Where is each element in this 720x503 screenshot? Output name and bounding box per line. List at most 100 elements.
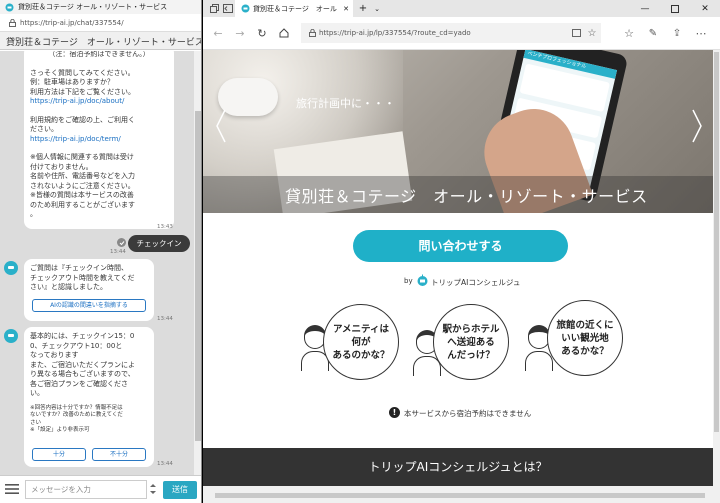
horizontal-scrollbar[interactable] <box>203 486 720 503</box>
pen-icon[interactable]: ✎ <box>641 28 665 39</box>
back-arrow-icon[interactable]: ← <box>207 27 229 40</box>
by-label: by <box>404 277 413 285</box>
privacy-line: 。 <box>30 210 37 218</box>
intro-line: さっそく質問してみてください。 <box>30 68 135 77</box>
timestamp: 13:44 <box>157 316 173 322</box>
hero-banner: 旅行計画中に・・・ ベンチプロフェッショナル 貸別荘＆コテージ オール・リゾート… <box>203 50 720 213</box>
warning-icon: ! <box>389 407 400 418</box>
about-link[interactable]: https://trip-ai.jp/doc/about/ <box>30 97 168 107</box>
question-line: へ送迎ある <box>447 336 495 348</box>
answer-line: い。 <box>30 389 44 397</box>
window-title: 貸別荘＆コテージ オール・リゾート・サービス <box>18 3 168 11</box>
menu-icon[interactable] <box>5 483 19 495</box>
maximize-icon[interactable] <box>660 4 690 13</box>
section-title: トリップAIコンシェルジュとは？ <box>203 448 713 486</box>
share-icon[interactable]: ⇪ <box>665 28 689 39</box>
active-tab[interactable]: 貸別荘＆コテージ オール ✕ <box>235 0 353 17</box>
bot-avatar <box>4 329 18 343</box>
chat-scrollbar[interactable] <box>194 51 201 475</box>
robot-icon <box>240 4 250 13</box>
answer-line: なっております <box>30 351 79 359</box>
feedback-line: さい <box>30 419 42 426</box>
hero-caption: 旅行計画中に・・・ <box>296 97 395 110</box>
welcome-message: （注：宿泊予約はできません。） さっそく質問してみてください。 例：駐車場はあり… <box>24 51 174 229</box>
question-bubble-amenity: アメニティは 何が あるのかな？ <box>323 304 399 380</box>
bot-avatar <box>4 261 18 275</box>
message-input[interactable]: メッセージを入力 <box>25 480 147 499</box>
close-tab-icon[interactable]: ✕ <box>343 5 349 13</box>
star-icon[interactable]: ☆ <box>583 28 601 39</box>
question-bubble-shuttle: 駅からホテル へ送迎ある んだっけ？ <box>433 304 509 380</box>
timestamp: 13:44 <box>110 249 126 255</box>
privacy-line: のため利用することがございます <box>30 200 135 209</box>
refresh-icon[interactable]: ↻ <box>251 27 273 40</box>
question-bubble-sightseeing: 旅館の近くに いい観光地 あるかな？ <box>547 300 623 376</box>
browser-tabbar: 貸別荘＆コテージ オール ✕ + ⌄ — ✕ <box>203 0 720 17</box>
privacy-line: ※皆様の質問は本サービスの改善 <box>30 191 134 199</box>
privacy-line: 付けておりません。 <box>30 162 93 171</box>
scroll-arrows-icon[interactable] <box>149 481 157 497</box>
address-bar[interactable]: https://trip-ai.jp/chat/337554/ <box>0 14 201 32</box>
new-tab-icon[interactable]: + <box>356 3 370 14</box>
question-line: 何が <box>351 336 371 348</box>
recognition-line: ご質問は『チェックイン時間、 <box>30 264 128 272</box>
question-line: 駅からホテル <box>442 323 500 335</box>
terms-line: ださい。 <box>30 125 58 133</box>
chat-window-titlebar: 貸別荘＆コテージ オール・リゾート・サービス <box>0 0 201 14</box>
tab-actions-icon[interactable] <box>207 4 221 13</box>
terms-line: 利用規約をご確認の上、ご利用く <box>30 115 135 124</box>
privacy-line: ※個人情報に関連する質問は受け <box>30 153 134 161</box>
browser-window: 貸別荘＆コテージ オール ✕ + ⌄ — ✕ ← → ↻ https://tri… <box>203 0 720 503</box>
message-input-bar: メッセージを入力 送信 <box>0 475 201 503</box>
close-window-icon[interactable]: ✕ <box>690 4 720 14</box>
page-scrollbar[interactable] <box>713 50 720 486</box>
inquiry-button[interactable]: 問い合わせする <box>353 230 568 262</box>
feedback-line: ※回答内容は十分ですか？情報不足は <box>30 404 123 411</box>
person-body <box>525 351 553 371</box>
back-tab-icon[interactable] <box>221 4 235 13</box>
forward-arrow-icon[interactable]: → <box>229 27 251 40</box>
question-line: いい観光地 <box>561 332 609 344</box>
question-line: んだっけ？ <box>447 349 495 361</box>
url-text: https://trip-ai.jp/chat/337554/ <box>20 18 124 27</box>
timestamp: 13:43 <box>157 224 173 230</box>
not-enough-button[interactable]: 不十分 <box>92 448 146 461</box>
carousel-next-icon[interactable] <box>691 108 703 144</box>
answer-line: また、ご宿泊いただくプランによ <box>30 360 135 369</box>
scrollbar-thumb[interactable] <box>195 111 201 441</box>
robot-icon <box>415 273 429 287</box>
privacy-line: 名前や住所、電話番号などを入力 <box>30 172 135 180</box>
answer-line: り異なる場合もございますので、 <box>30 370 135 378</box>
enough-button[interactable]: 十分 <box>32 448 86 461</box>
chevron-down-icon[interactable]: ⌄ <box>370 5 384 13</box>
terms-link[interactable]: https://trip-ai.jp/doc/term/ <box>30 135 168 145</box>
brand-label: トリップAIコンシェルジュ <box>431 278 521 287</box>
url-text: https://trip-ai.jp/lp/337554/?route_cd=y… <box>319 29 471 37</box>
tab-title: 貸別荘＆コテージ オール <box>253 4 337 13</box>
recognition-line: さい』と認識しました。 <box>30 283 107 291</box>
address-field[interactable]: https://trip-ai.jp/lp/337554/?route_cd=y… <box>301 23 601 43</box>
scrollbar-thumb[interactable] <box>215 493 705 498</box>
lock-icon <box>6 18 18 27</box>
favorites-icon[interactable]: ☆ <box>617 27 641 40</box>
browser-toolbar: ← → ↻ https://trip-ai.jp/lp/337554/?rout… <box>203 17 720 50</box>
chat-messages[interactable]: （注：宿泊予約はできません。） さっそく質問してみてください。 例：駐車場はあり… <box>0 51 194 475</box>
answer-line: 0、チェックアウト10：00と <box>30 341 123 350</box>
chat-window: 貸別荘＆コテージ オール・リゾート・サービス https://trip-ai.j… <box>0 0 202 503</box>
home-icon[interactable] <box>273 28 295 38</box>
question-line: あるのかな？ <box>332 349 390 361</box>
feedback-line: ※「設定」より非表示可 <box>30 427 90 433</box>
feedback-line: ないですか？改善のために教えてくだ <box>30 412 123 418</box>
robot-icon <box>3 3 15 12</box>
carousel-prev-icon[interactable] <box>215 108 227 144</box>
chat-title: 貸別荘＆コテージ オール・リゾート・サービス <box>0 32 201 50</box>
reading-view-icon[interactable] <box>569 29 583 37</box>
scrollbar-thumb[interactable] <box>714 52 719 432</box>
minimize-icon[interactable]: — <box>630 4 660 14</box>
more-icon[interactable]: ⋯ <box>689 27 713 40</box>
answer-line: 基本的には、チェックイン15：0 <box>30 332 135 340</box>
lock-icon <box>305 29 319 37</box>
question-line: 旅館の近くに <box>556 319 614 331</box>
flag-misrecognition-button[interactable]: AIの認識の間違いを指摘する <box>32 299 146 312</box>
send-button[interactable]: 送信 <box>163 481 197 499</box>
